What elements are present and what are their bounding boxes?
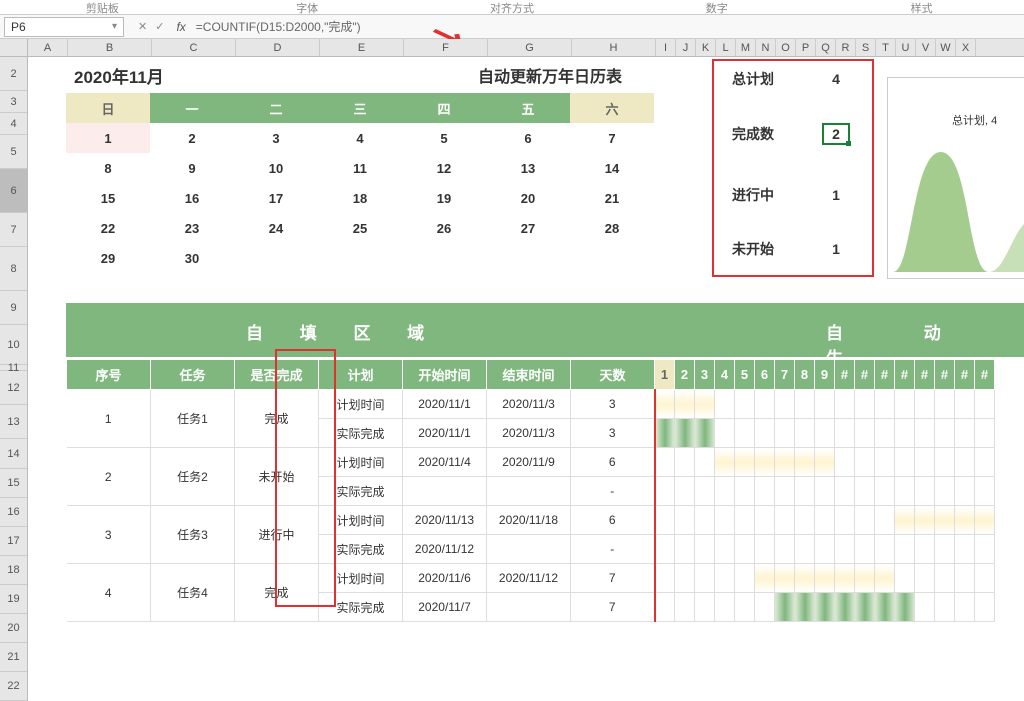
col-header-K[interactable]: K — [696, 39, 716, 56]
row-header-4[interactable]: 4 — [0, 113, 27, 135]
row-header-3[interactable]: 3 — [0, 91, 27, 113]
section-banner: 自 填 区 域 自 动 生 — [66, 303, 1024, 357]
col-header-H[interactable]: H — [572, 39, 656, 56]
row-header-13[interactable]: 13 — [0, 405, 27, 439]
row-header-16[interactable]: 16 — [0, 498, 27, 527]
fx-icon[interactable]: fx — [174, 20, 191, 34]
row-header-17[interactable]: 17 — [0, 527, 27, 556]
col-header-S[interactable]: S — [856, 39, 876, 56]
col-header-E[interactable]: E — [320, 39, 404, 56]
task-table: 序号任务是否完成计划开始时间结束时间天数123456789######## 1任… — [66, 359, 995, 622]
row-header-8[interactable]: 8 — [0, 247, 27, 291]
row-header-5[interactable]: 5 — [0, 135, 27, 169]
col-header-A[interactable]: A — [28, 39, 68, 56]
col-header-C[interactable]: C — [152, 39, 236, 56]
col-header-W[interactable]: W — [936, 39, 956, 56]
col-header-L[interactable]: L — [716, 39, 736, 56]
col-header-I[interactable]: I — [656, 39, 676, 56]
chevron-down-icon[interactable]: ▾ — [112, 21, 117, 32]
col-header-O[interactable]: O — [776, 39, 796, 56]
row-header-12[interactable]: 12 — [0, 371, 27, 405]
month-title: 2020年11月 — [74, 63, 164, 88]
col-header-M[interactable]: M — [736, 39, 756, 56]
col-header-V[interactable]: V — [916, 39, 936, 56]
row-header-18[interactable]: 18 — [0, 556, 27, 585]
col-header-N[interactable]: N — [756, 39, 776, 56]
col-header-D[interactable]: D — [236, 39, 320, 56]
row-header-10[interactable]: 10 — [0, 325, 27, 365]
col-header-P[interactable]: P — [796, 39, 816, 56]
formula-bar: P6 ▾ ✕ ✓ fx — [0, 15, 1024, 39]
col-header-Q[interactable]: Q — [816, 39, 836, 56]
auto-update-label: 自动更新万年日历表 — [478, 63, 622, 87]
confirm-icon[interactable]: ✓ — [155, 20, 164, 33]
row-headers[interactable]: 2345678910111213141516171819202122 — [0, 57, 28, 701]
row-header-19[interactable]: 19 — [0, 585, 27, 614]
col-header-B[interactable]: B — [68, 39, 152, 56]
col-header-F[interactable]: F — [404, 39, 488, 56]
row-header-20[interactable]: 20 — [0, 614, 27, 643]
calendar: 日一二三四五六 12345678910111213141516171819202… — [66, 93, 654, 273]
col-header-X[interactable]: X — [956, 39, 976, 56]
column-headers[interactable]: ABCDEFGHIJKLMNOPQRSTUVWX — [0, 39, 1024, 57]
col-header-J[interactable]: J — [676, 39, 696, 56]
formula-input[interactable] — [192, 17, 1024, 37]
summary-box: 总计划4完成数2进行中1未开始1 — [712, 59, 874, 277]
col-header-U[interactable]: U — [896, 39, 916, 56]
summary-chart: 总计划, 4 完 — [887, 77, 1024, 279]
row-header-22[interactable]: 22 — [0, 672, 27, 701]
row-header-7[interactable]: 7 — [0, 213, 27, 247]
row-header-14[interactable]: 14 — [0, 439, 27, 469]
ribbon-group-labels: 剪贴板 字体 对齐方式 数字 样式 — [0, 0, 1024, 15]
row-header-9[interactable]: 9 — [0, 291, 27, 325]
spreadsheet-canvas[interactable]: 2020年11月 自动更新万年日历表 日一二三四五六 1234567891011… — [28, 57, 1024, 701]
banner-left-text: 自 填 区 域 — [246, 319, 440, 344]
row-header-15[interactable]: 15 — [0, 469, 27, 498]
name-box[interactable]: P6 ▾ — [4, 17, 124, 37]
row-header-2[interactable]: 2 — [0, 57, 27, 91]
name-box-value: P6 — [11, 20, 26, 34]
col-header-R[interactable]: R — [836, 39, 856, 56]
row-header-21[interactable]: 21 — [0, 643, 27, 672]
col-header-T[interactable]: T — [876, 39, 896, 56]
col-header-G[interactable]: G — [488, 39, 572, 56]
row-header-6[interactable]: 6 — [0, 169, 27, 213]
cancel-icon[interactable]: ✕ — [138, 20, 147, 33]
